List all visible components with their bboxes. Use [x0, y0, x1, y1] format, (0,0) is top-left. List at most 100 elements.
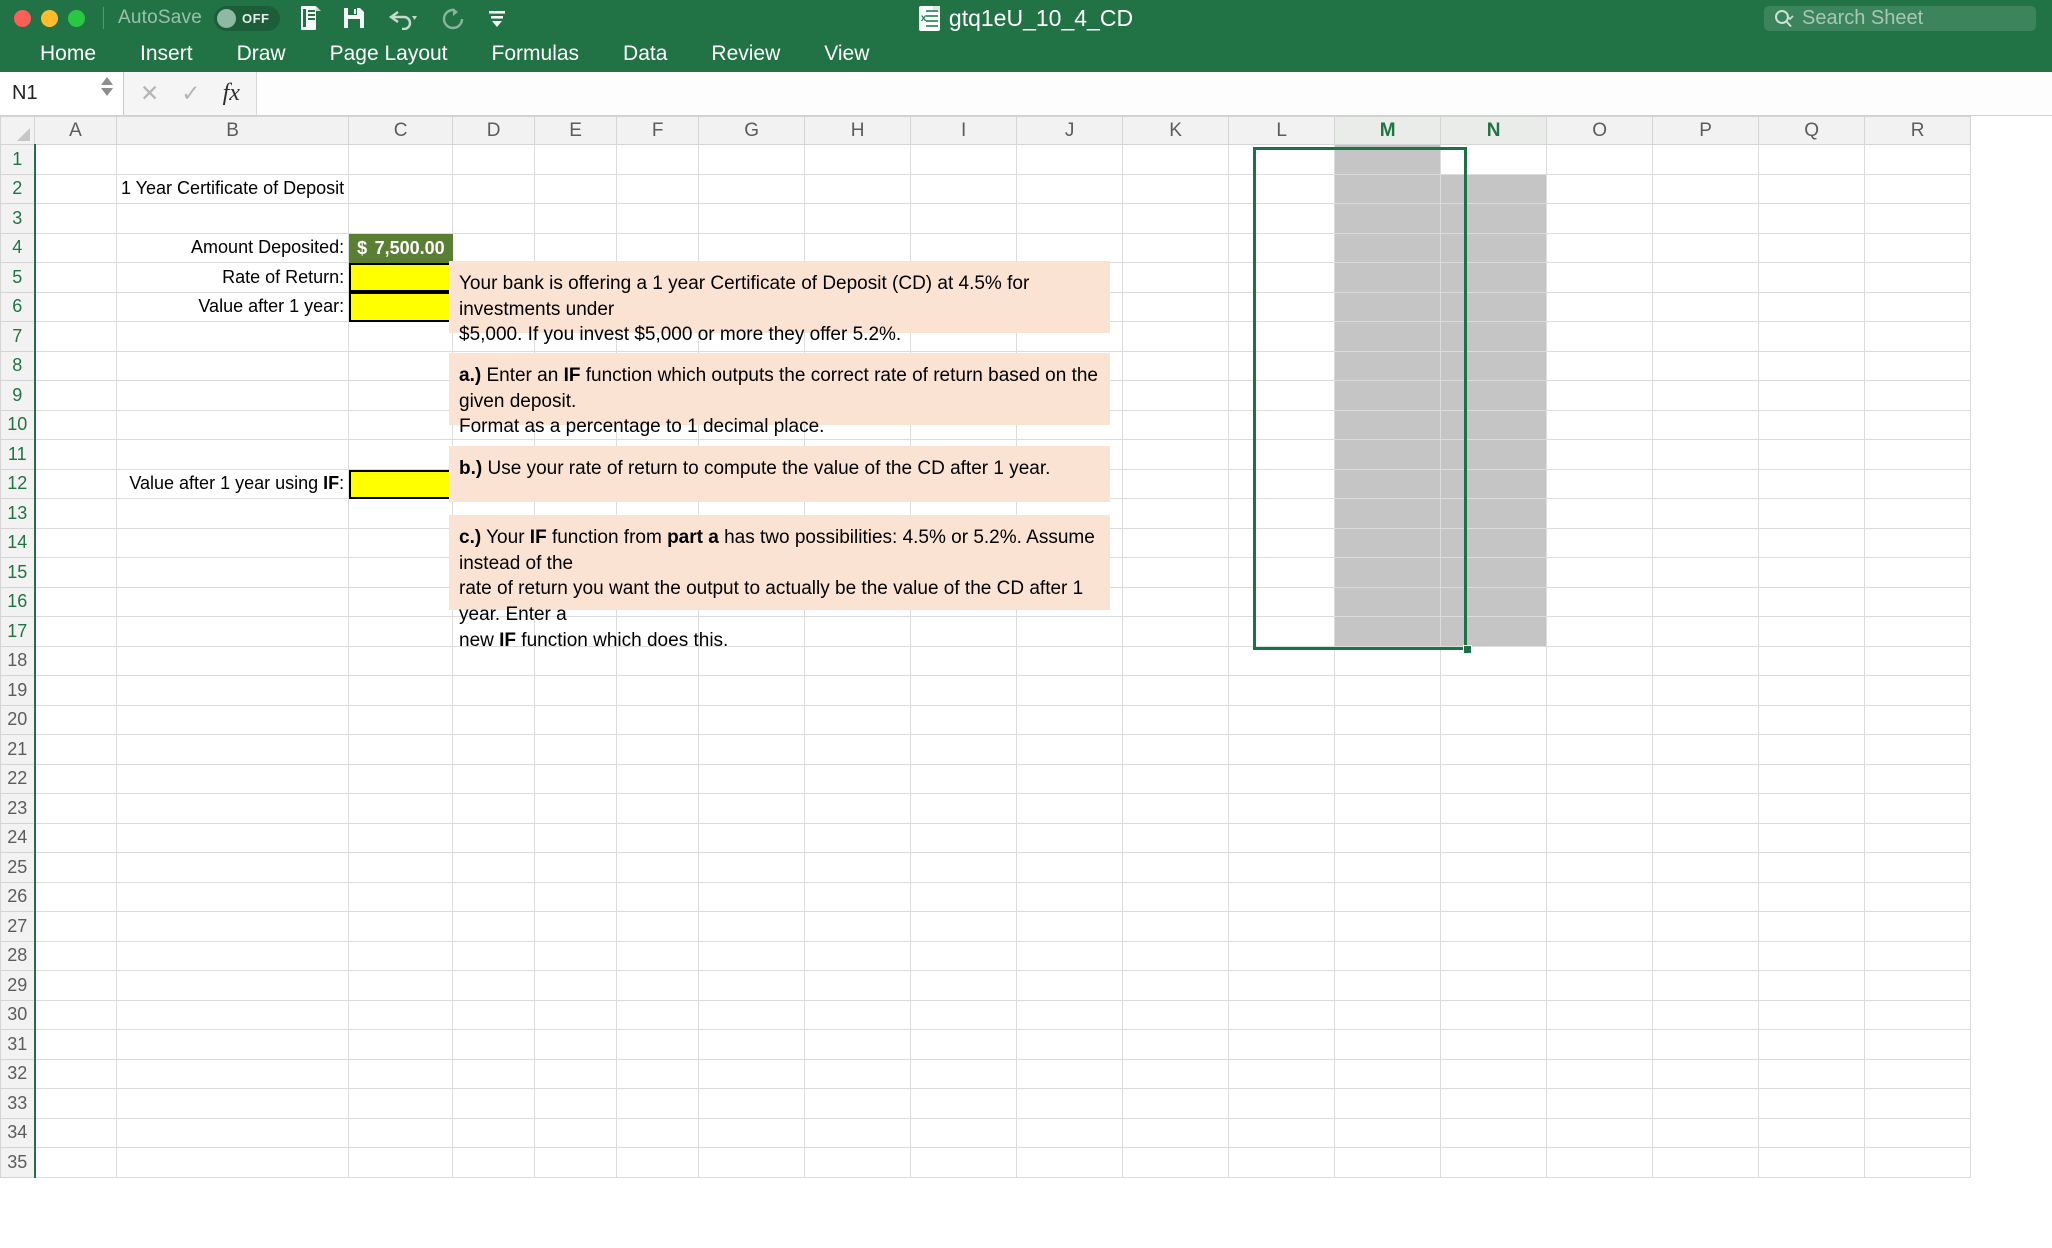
cell-G22[interactable] — [699, 764, 805, 794]
cell-R21[interactable] — [1865, 735, 1971, 765]
cell-H29[interactable] — [805, 971, 911, 1001]
cell-H25[interactable] — [805, 853, 911, 883]
cell-A30[interactable] — [35, 1000, 117, 1030]
cell-Q28[interactable] — [1759, 941, 1865, 971]
cell-E2[interactable] — [535, 174, 617, 204]
cell-D32[interactable] — [453, 1059, 535, 1089]
cell-G28[interactable] — [699, 941, 805, 971]
cell-B8[interactable] — [117, 351, 349, 381]
cell-B28[interactable] — [117, 941, 349, 971]
row-header-14[interactable]: 14 — [1, 528, 35, 558]
cell-H22[interactable] — [805, 764, 911, 794]
cell-R4[interactable] — [1865, 233, 1971, 263]
cell-A28[interactable] — [35, 941, 117, 971]
cell-R2[interactable] — [1865, 174, 1971, 204]
cell-M8[interactable] — [1335, 351, 1441, 381]
cell-Q35[interactable] — [1759, 1148, 1865, 1178]
cell-F26[interactable] — [617, 882, 699, 912]
cell-R28[interactable] — [1865, 941, 1971, 971]
cell-B13[interactable] — [117, 499, 349, 529]
cell-G26[interactable] — [699, 882, 805, 912]
cell-O34[interactable] — [1547, 1118, 1653, 1148]
cell-P13[interactable] — [1653, 499, 1759, 529]
cell-O32[interactable] — [1547, 1059, 1653, 1089]
cell-O29[interactable] — [1547, 971, 1653, 1001]
cell-C15[interactable] — [349, 558, 453, 588]
cell-O9[interactable] — [1547, 381, 1653, 411]
cell-L35[interactable] — [1229, 1148, 1335, 1178]
cell-B35[interactable] — [117, 1148, 349, 1178]
cell-A5[interactable] — [35, 263, 117, 293]
cell-O15[interactable] — [1547, 558, 1653, 588]
cell-P16[interactable] — [1653, 587, 1759, 617]
cell-Q24[interactable] — [1759, 823, 1865, 853]
cell-Q16[interactable] — [1759, 587, 1865, 617]
cell-O19[interactable] — [1547, 676, 1653, 706]
cell-R26[interactable] — [1865, 882, 1971, 912]
cell-A17[interactable] — [35, 617, 117, 647]
row-header-16[interactable]: 16 — [1, 587, 35, 617]
cell-K28[interactable] — [1123, 941, 1229, 971]
column-header-g[interactable]: G — [699, 117, 805, 145]
cell-Q18[interactable] — [1759, 646, 1865, 676]
cell-K17[interactable] — [1123, 617, 1229, 647]
cell-I21[interactable] — [911, 735, 1017, 765]
cell-E34[interactable] — [535, 1118, 617, 1148]
cell-Q25[interactable] — [1759, 853, 1865, 883]
cell-O11[interactable] — [1547, 440, 1653, 470]
cell-I30[interactable] — [911, 1000, 1017, 1030]
cell-R8[interactable] — [1865, 351, 1971, 381]
cell-J30[interactable] — [1017, 1000, 1123, 1030]
input-cell-C5[interactable] — [349, 263, 453, 293]
cell-L11[interactable] — [1229, 440, 1335, 470]
cell-F35[interactable] — [617, 1148, 699, 1178]
cell-A4[interactable] — [35, 233, 117, 263]
cell-G4[interactable] — [699, 233, 805, 263]
cell-C19[interactable] — [349, 676, 453, 706]
cell-P18[interactable] — [1653, 646, 1759, 676]
cell-L31[interactable] — [1229, 1030, 1335, 1060]
cell-O3[interactable] — [1547, 204, 1653, 234]
cell-I34[interactable] — [911, 1118, 1017, 1148]
cell-O4[interactable] — [1547, 233, 1653, 263]
cell-L26[interactable] — [1229, 882, 1335, 912]
column-header-h[interactable]: H — [805, 117, 911, 145]
column-header-m[interactable]: M — [1335, 117, 1441, 145]
cell-I26[interactable] — [911, 882, 1017, 912]
cell-Q15[interactable] — [1759, 558, 1865, 588]
cell-E1[interactable] — [535, 145, 617, 175]
cell-C21[interactable] — [349, 735, 453, 765]
cell-K27[interactable] — [1123, 912, 1229, 942]
row-header-3[interactable]: 3 — [1, 204, 35, 234]
cell-R16[interactable] — [1865, 587, 1971, 617]
cell-R23[interactable] — [1865, 794, 1971, 824]
cell-C13[interactable] — [349, 499, 453, 529]
tab-page-layout[interactable]: Page Layout — [308, 36, 470, 72]
cell-N31[interactable] — [1441, 1030, 1547, 1060]
cell-M17[interactable] — [1335, 617, 1441, 647]
cell-G30[interactable] — [699, 1000, 805, 1030]
cell-M19[interactable] — [1335, 676, 1441, 706]
cell-C22[interactable] — [349, 764, 453, 794]
cell-R24[interactable] — [1865, 823, 1971, 853]
cell-A12[interactable] — [35, 469, 117, 499]
cell-I20[interactable] — [911, 705, 1017, 735]
cell-R6[interactable] — [1865, 292, 1971, 322]
cell-O27[interactable] — [1547, 912, 1653, 942]
cell-R14[interactable] — [1865, 528, 1971, 558]
cell-A23[interactable] — [35, 794, 117, 824]
cell-E35[interactable] — [535, 1148, 617, 1178]
cell-C30[interactable] — [349, 1000, 453, 1030]
cell-M10[interactable] — [1335, 410, 1441, 440]
cell-E4[interactable] — [535, 233, 617, 263]
cell-F23[interactable] — [617, 794, 699, 824]
customize-toolbar-icon[interactable] — [486, 7, 508, 29]
cell-K4[interactable] — [1123, 233, 1229, 263]
cell-C27[interactable] — [349, 912, 453, 942]
cell-K6[interactable] — [1123, 292, 1229, 322]
cell-I3[interactable] — [911, 204, 1017, 234]
cell-I25[interactable] — [911, 853, 1017, 883]
row-header-10[interactable]: 10 — [1, 410, 35, 440]
cell-L30[interactable] — [1229, 1000, 1335, 1030]
cell-E3[interactable] — [535, 204, 617, 234]
